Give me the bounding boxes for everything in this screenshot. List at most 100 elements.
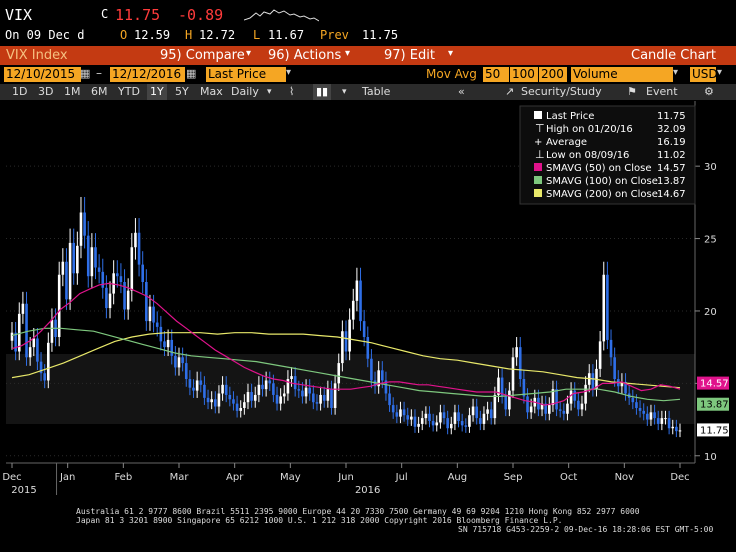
legend-sma50-value: 14.57 — [657, 163, 686, 174]
candle-body — [391, 405, 395, 413]
chevron-down-icon[interactable]: ▾ — [286, 67, 291, 78]
candle-body — [203, 384, 206, 398]
compare-dropdown-icon[interactable]: ▾ — [246, 48, 251, 59]
calendar-icon[interactable]: ▦ — [80, 67, 90, 80]
legend-low-label: Low on 08/09/16 — [546, 150, 629, 161]
candle-body — [362, 321, 366, 338]
candle-body — [126, 290, 130, 310]
candle-body — [511, 357, 515, 391]
candle-body — [649, 412, 653, 420]
function-bar: VIX Index 95) Compare ▾ 96) Actions ▾ 97… — [0, 46, 736, 65]
legend-average-label: Average — [546, 137, 587, 148]
period-5y[interactable]: 5Y — [175, 84, 189, 100]
candle-body — [598, 341, 602, 369]
period-1m[interactable]: 1M — [64, 84, 81, 100]
candle-body — [428, 413, 431, 422]
candle-body — [577, 400, 580, 410]
chevron-down-icon[interactable]: ▾ — [673, 67, 678, 78]
start-date-input[interactable]: 12/10/2015 — [4, 67, 81, 82]
x-tick-label: Dec — [2, 472, 21, 483]
candle-chart-icon[interactable]: ▮▮ — [313, 84, 332, 100]
legend-last-price-label: Last Price — [546, 111, 594, 122]
period-6m[interactable]: 6M — [91, 84, 108, 100]
ma-200-input[interactable]: 200 — [539, 67, 567, 82]
x-tick-label: Nov — [615, 472, 635, 483]
candle-body — [275, 394, 279, 404]
y-tick-label: 10 — [704, 452, 717, 463]
compare-button[interactable]: 95) Compare — [160, 48, 245, 63]
candle-body — [97, 267, 101, 272]
candle-body — [606, 274, 609, 340]
ma-50-input[interactable]: 50 — [483, 67, 509, 82]
frequency-select[interactable]: Daily — [231, 84, 259, 100]
candle-body — [170, 339, 174, 356]
security-field[interactable]: VIX Index — [6, 48, 68, 63]
security-study-button[interactable]: Security/Study — [521, 84, 602, 100]
candle-body — [446, 418, 449, 429]
collapse-icon[interactable]: « — [458, 84, 465, 100]
candle-body — [420, 418, 424, 424]
table-button[interactable]: Table — [362, 84, 390, 100]
event-button[interactable]: Event — [646, 84, 678, 100]
chevron-down-icon[interactable]: ▾ — [267, 84, 272, 100]
candle-body — [184, 363, 188, 380]
period-3d[interactable]: 3D — [38, 84, 53, 100]
footer-contacts: Australia 61 2 9777 8600 Brazil 5511 239… — [76, 507, 640, 516]
candle-body — [148, 306, 152, 322]
price-tag-label: 13.87 — [700, 400, 729, 411]
period-1d[interactable]: 1D — [12, 84, 27, 100]
candle-body — [32, 338, 36, 348]
edit-dropdown-icon[interactable]: ▾ — [448, 48, 453, 59]
candle-body — [57, 274, 61, 338]
sma100-swatch — [534, 176, 542, 184]
range-bar: 12/10/2015 ▦ – 12/12/2016 ▦ Last Price ▾… — [0, 66, 736, 84]
period-max[interactable]: Max — [200, 84, 223, 100]
candle-body — [152, 306, 155, 323]
candle-body — [297, 389, 301, 391]
actions-dropdown-icon[interactable]: ▾ — [345, 48, 350, 59]
legend-high-label: High on 01/20/16 — [546, 124, 633, 135]
average-marker-icon: + — [534, 137, 542, 148]
candle-body — [315, 402, 319, 404]
period-1y[interactable]: 1Y — [147, 84, 167, 100]
price-tag-label: 11.75 — [700, 425, 729, 436]
candle-body — [101, 271, 105, 288]
chart-type-label[interactable]: Candle Chart — [631, 48, 716, 63]
candle-body — [79, 212, 83, 246]
edit-button[interactable]: 97) Edit — [384, 48, 435, 63]
candle-body — [105, 287, 108, 309]
period-ytd[interactable]: YTD — [118, 84, 140, 100]
candle-body — [489, 409, 493, 419]
flag-icon: ⚑ — [627, 85, 637, 98]
quote-header: VIX C 11.75 -0.89 On 09 Dec d O 12.59 H … — [0, 0, 736, 44]
actions-button[interactable]: 96) Actions — [268, 48, 341, 63]
field-select[interactable]: Last Price — [206, 67, 286, 82]
candle-body — [217, 393, 221, 407]
period-toolbar: 1D 3D 1M 6M YTD 1Y 5Y Max Daily ▾ ⌇ ▮▮ ▾… — [0, 84, 736, 100]
x-tick-label: Jan — [59, 472, 75, 483]
legend-sma200-label: SMAVG (200) on Close — [546, 189, 658, 200]
line-chart-icon[interactable]: ⌇ — [289, 84, 294, 100]
gear-icon[interactable]: ⚙ — [704, 84, 714, 100]
chevron-down-icon[interactable]: ▾ — [342, 84, 347, 100]
candle-body — [471, 406, 475, 416]
ma-100-input[interactable]: 100 — [510, 67, 538, 82]
ticker: VIX — [5, 6, 33, 24]
candle-body — [14, 332, 17, 352]
candle-body — [341, 331, 344, 364]
chevron-down-icon[interactable]: ▾ — [717, 67, 722, 78]
candle-body — [457, 412, 460, 422]
candle-body — [210, 399, 213, 403]
candle-body — [257, 384, 261, 395]
candle-body — [232, 399, 235, 404]
prev-label: Prev — [320, 28, 349, 42]
lower-chart-select[interactable]: Volume — [571, 67, 673, 82]
candle-body — [326, 389, 330, 401]
candle-body — [453, 412, 457, 424]
end-date-input[interactable]: 12/12/2016 — [110, 67, 185, 82]
candle-body — [526, 396, 529, 413]
calendar-icon[interactable]: ▦ — [186, 67, 196, 80]
candle-body — [330, 389, 333, 408]
currency-select[interactable]: USD — [690, 67, 718, 82]
candle-body — [664, 418, 667, 420]
